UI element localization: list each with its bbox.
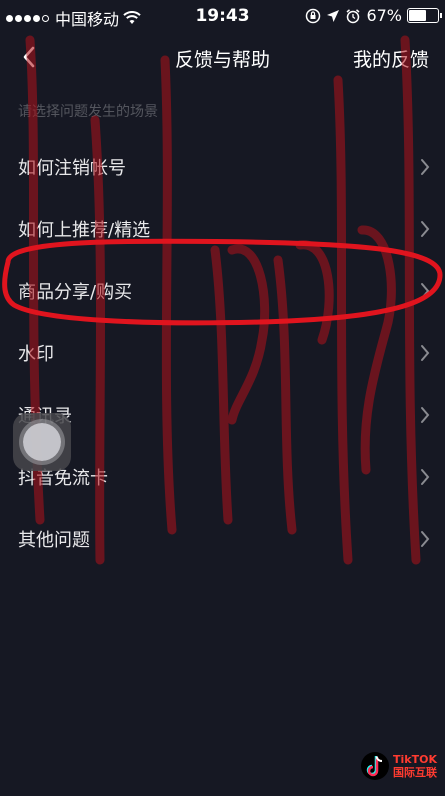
battery-icon: [407, 8, 442, 23]
list-item-label: 如何上推荐/精选: [18, 220, 151, 241]
status-bar: 中国移动 19:43 67%: [0, 0, 445, 34]
chevron-right-icon: [421, 283, 430, 299]
alarm-icon: [346, 8, 360, 23]
list-item[interactable]: 如何注销帐号: [0, 136, 445, 198]
list-item-label: 商品分享/购买: [18, 282, 133, 303]
nav-bar: 反馈与帮助 我的反馈: [0, 34, 445, 78]
watermark-line1: TikTOK: [393, 753, 437, 766]
assistive-touch-button[interactable]: [13, 413, 71, 471]
chevron-right-icon: [421, 345, 430, 361]
list-item[interactable]: 如何上推荐/精选: [0, 198, 445, 260]
list-item-label: 如何注销帐号: [18, 158, 126, 179]
battery-percent: 67%: [366, 6, 402, 25]
list-item-label: 水印: [18, 344, 54, 365]
chevron-right-icon: [421, 531, 430, 547]
list-item[interactable]: 其他问题: [0, 508, 445, 570]
my-feedback-button[interactable]: 我的反馈: [353, 45, 429, 72]
list-item[interactable]: 水印: [0, 322, 445, 384]
list-item[interactable]: 商品分享/购买: [0, 260, 445, 322]
tiktok-watermark: TikTOK 国际互联: [360, 750, 437, 782]
status-right: 67%: [305, 6, 442, 25]
watermark-line2: 国际互联: [393, 766, 437, 779]
tiktok-logo-icon: [361, 752, 389, 780]
section-hint: 请选择问题发生的场景: [18, 104, 158, 120]
chevron-right-icon: [421, 469, 430, 485]
chevron-right-icon: [421, 159, 430, 175]
help-topic-list: 如何注销帐号 如何上推荐/精选 商品分享/购买 水印 通讯录 抖音免流卡 其他问…: [0, 136, 445, 570]
chevron-right-icon: [421, 407, 430, 423]
list-item-label: 其他问题: [18, 530, 90, 551]
chevron-right-icon: [421, 221, 430, 237]
location-icon: [327, 9, 340, 22]
orientation-lock-icon: [306, 8, 321, 23]
